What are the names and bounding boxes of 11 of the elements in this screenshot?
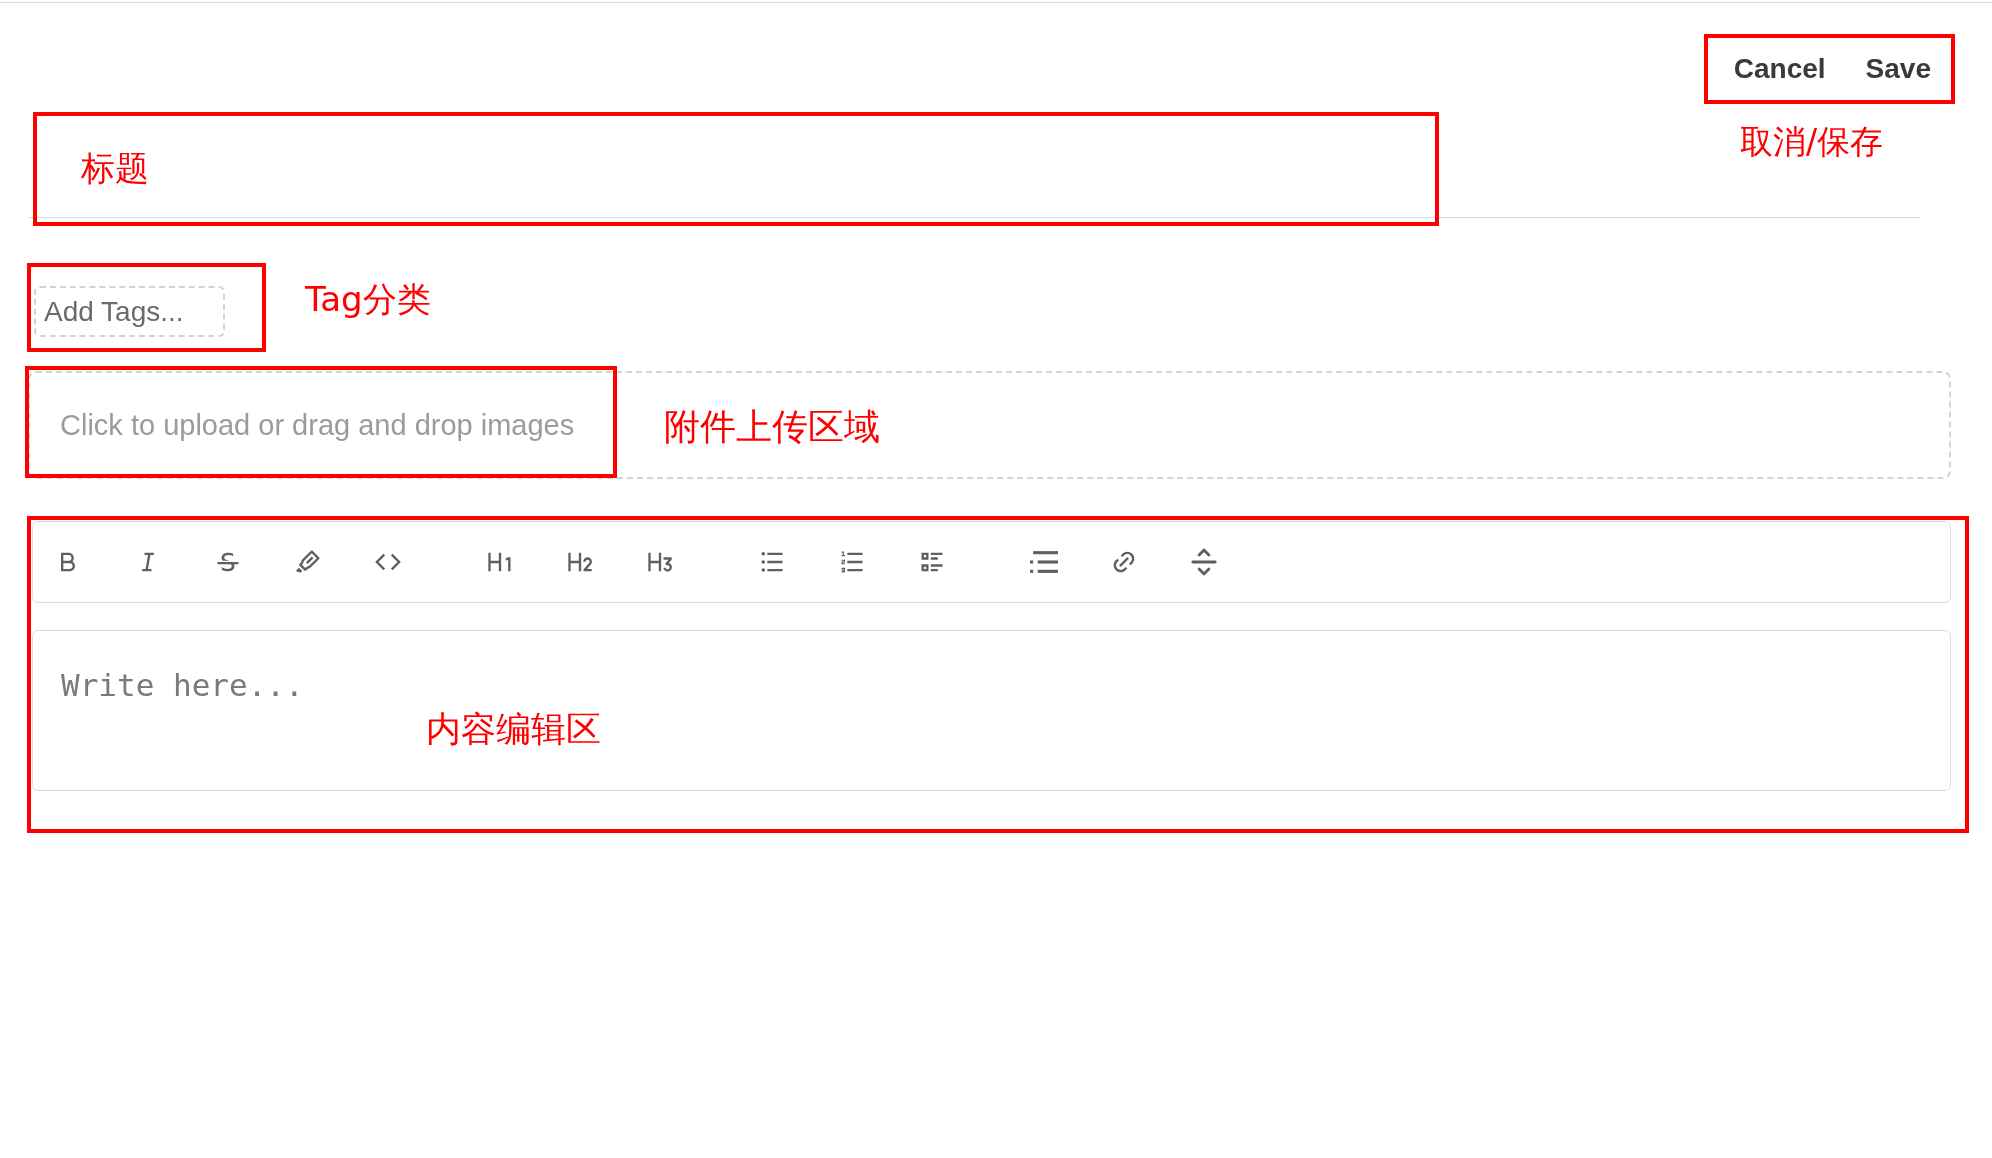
annotation-label: 附件上传区域 [664, 407, 880, 447]
tags-field[interactable]: Add Tags... [34, 286, 225, 337]
annotation-label: 标题 [81, 150, 149, 188]
horizontal-rule-icon [1190, 548, 1218, 576]
highlighter-icon [294, 548, 322, 576]
annotation-label: 内容编辑区 [426, 710, 601, 749]
save-button[interactable]: Save [1855, 47, 1941, 91]
annotation-label: Tag分类 [305, 281, 431, 319]
cancel-button[interactable]: Cancel [1723, 47, 1836, 91]
annotation-label: 取消/保存 [1740, 124, 1884, 161]
list-lines-icon [1030, 548, 1058, 576]
